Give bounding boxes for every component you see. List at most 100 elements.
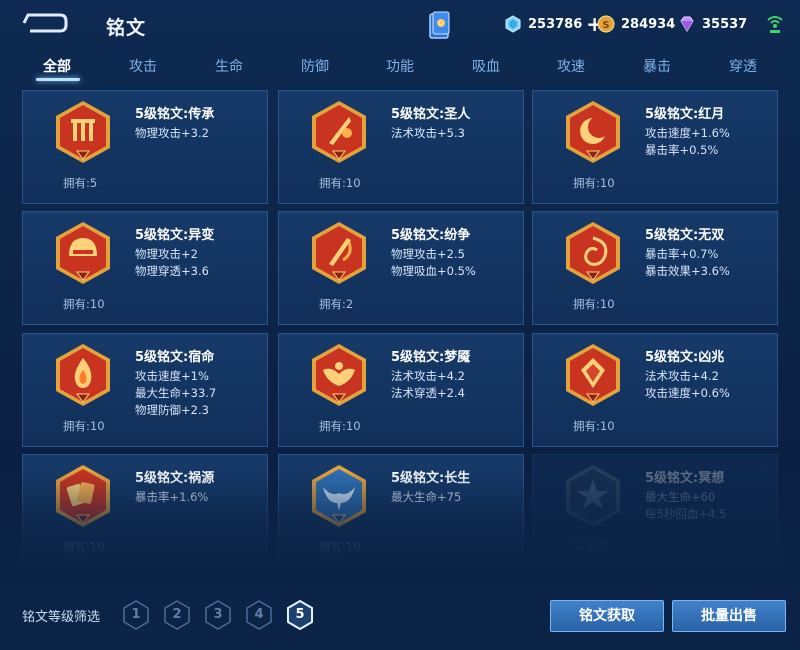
stat-line: 物理防御+2.3	[135, 403, 209, 417]
inscription-card[interactable]: 5级铭文:红月 攻击速度+1.6% 暴击率+0.5% 拥有:10	[532, 90, 778, 204]
level-number: 1	[131, 607, 141, 622]
diamond-amount: 253786	[528, 16, 583, 32]
inscription-card[interactable]: 5级铭文:梦魇 法术攻击+4.2 法术穿透+2.4 拥有:10	[278, 333, 524, 447]
owned-count: 拥有:10	[573, 176, 615, 190]
tab-penetration[interactable]: 穿透	[700, 56, 786, 76]
stat-line: 暴击率+0.7%	[645, 247, 719, 261]
wifi-signal-icon	[767, 16, 783, 33]
inscription-stats: 攻击速度+1.6% 暴击率+0.5%	[645, 125, 730, 159]
inscription-stats: 最大生命+75	[391, 489, 461, 506]
stat-line: 物理攻击+2.5	[391, 247, 465, 261]
gold-currency: S 284934	[597, 14, 675, 34]
inscription-book-icon[interactable]	[428, 10, 452, 40]
stat-line: 暴击率+1.6%	[135, 490, 209, 504]
quill-emblem-icon	[312, 101, 366, 163]
inscription-stats: 物理攻击+3.2	[135, 125, 209, 142]
gem-currency: 35537	[678, 14, 747, 34]
stat-line: 最大生命+75	[391, 490, 462, 504]
helmet-emblem-icon	[56, 222, 110, 284]
inscription-stats: 最大生命+60 每5秒回血+4.5	[645, 489, 726, 523]
level-number: 5	[295, 607, 305, 622]
inscription-stats: 物理攻击+2 物理穿透+3.6	[135, 246, 209, 280]
tab-lifesteal[interactable]: 吸血	[443, 56, 529, 76]
inscription-card[interactable]: 5级铭文:宿命 攻击速度+1% 最大生命+33.7 物理防御+2.3 拥有:10	[22, 333, 268, 447]
stat-line: 暴击效果+3.6%	[645, 264, 730, 278]
inscription-grid[interactable]: 5级铭文:传承 物理攻击+3.2 拥有:5 5级铭文:圣人 法术攻击+5.3 拥…	[22, 90, 780, 570]
tab-utility[interactable]: 功能	[357, 56, 443, 76]
owned-count: 拥有:2	[319, 297, 354, 311]
inscription-stats: 法术攻击+4.2 法术穿透+2.4	[391, 368, 465, 402]
level-filter-2[interactable]: 2	[163, 600, 191, 630]
stat-line: 物理穿透+3.6	[135, 264, 209, 278]
tab-attack[interactable]: 攻击	[100, 56, 186, 76]
inscription-name: 5级铭文:无双	[645, 228, 725, 243]
level-filter-3[interactable]: 3	[204, 600, 232, 630]
get-inscription-button[interactable]: 铭文获取	[550, 600, 664, 632]
inscription-card[interactable]: 5级铭文:凶兆 法术攻击+4.2 攻击速度+0.6% 拥有:10	[532, 333, 778, 447]
gem-emblem-icon	[566, 344, 620, 406]
inscription-name: 5级铭文:凶兆	[645, 350, 725, 365]
flame-emblem-icon	[56, 344, 110, 406]
diamond-currency: 253786 +	[504, 14, 603, 34]
inscription-card[interactable]: 5级铭文:长生 最大生命+75 拥有:10	[278, 454, 524, 568]
inscription-stats: 暴击率+1.6%	[135, 489, 208, 506]
inscription-card[interactable]: 5级铭文:圣人 法术攻击+5.3 拥有:10	[278, 90, 524, 204]
inscription-name: 5级铭文:冥想	[645, 471, 725, 486]
owned-count: 拥有:5	[63, 176, 98, 190]
stat-line: 攻击速度+0.6%	[645, 386, 730, 400]
owned-count: 拥有:10	[319, 176, 361, 190]
level-number: 4	[254, 607, 264, 622]
level-filter-5[interactable]: 5	[286, 599, 314, 631]
stat-line: 法术攻击+5.3	[391, 126, 465, 140]
owned-count: 拥有:10	[319, 419, 361, 433]
owned-count: 拥有:10	[573, 297, 615, 311]
page-title: 铭文	[106, 17, 147, 39]
crescent-moon-emblem-icon	[566, 101, 620, 163]
inscription-name: 5级铭文:长生	[391, 471, 471, 486]
bulk-sell-button[interactable]: 批量出售	[672, 600, 786, 632]
category-tabs: 全部 攻击 生命 防御 功能 吸血 攻速 暴击 穿透	[0, 50, 800, 82]
inscription-name: 5级铭文:异变	[135, 228, 215, 243]
inscription-card-locked[interactable]: 5级铭文:冥想 最大生命+60 每5秒回血+4.5 未获得	[532, 454, 778, 568]
inscription-stats: 暴击率+0.7% 暴击效果+3.6%	[645, 246, 730, 280]
inscription-card[interactable]: 5级铭文:异变 物理攻击+2 物理穿透+3.6 拥有:10	[22, 211, 268, 325]
svg-text:S: S	[602, 20, 609, 31]
inscription-card[interactable]: 5级铭文:祸源 暴击率+1.6% 拥有:10	[22, 454, 268, 568]
inscription-name: 5级铭文:传承	[135, 107, 215, 122]
pillar-emblem-icon	[56, 101, 110, 163]
level-number: 2	[172, 607, 182, 622]
sword-emblem-icon	[312, 222, 366, 284]
inscription-card[interactable]: 5级铭文:纷争 物理攻击+2.5 物理吸血+0.5% 拥有:2	[278, 211, 524, 325]
inscription-stats: 法术攻击+4.2 攻击速度+0.6%	[645, 368, 730, 402]
stat-line: 法术攻击+4.2	[391, 369, 465, 383]
inscription-name: 5级铭文:圣人	[391, 107, 471, 122]
active-tab-indicator	[36, 78, 80, 81]
level-filter-4[interactable]: 4	[245, 600, 273, 630]
inscription-name: 5级铭文:梦魇	[391, 350, 471, 365]
gem-amount: 35537	[702, 16, 748, 32]
level-filter-1[interactable]: 1	[122, 600, 150, 630]
stat-line: 每5秒回血+4.5	[645, 507, 727, 521]
not-obtained-label: 未获得	[573, 540, 608, 554]
back-arrow-icon[interactable]	[22, 12, 68, 34]
swirl-emblem-icon	[566, 222, 620, 284]
inscription-card[interactable]: 5级铭文:传承 物理攻击+3.2 拥有:5	[22, 90, 268, 204]
tab-all[interactable]: 全部	[14, 56, 100, 76]
star-emblem-icon	[566, 465, 620, 527]
owned-count: 拥有:10	[319, 540, 361, 554]
tab-attack-speed[interactable]: 攻速	[528, 56, 614, 76]
inscription-card[interactable]: 5级铭文:无双 暴击率+0.7% 暴击效果+3.6% 拥有:10	[532, 211, 778, 325]
stat-line: 最大生命+60	[645, 490, 716, 504]
tab-defense[interactable]: 防御	[272, 56, 358, 76]
inscription-name: 5级铭文:红月	[645, 107, 725, 122]
stat-line: 暴击率+0.5%	[645, 143, 719, 157]
stat-line: 攻击速度+1.6%	[645, 126, 730, 140]
level-number: 3	[213, 607, 223, 622]
inscription-stats: 法术攻击+5.3	[391, 125, 465, 142]
top-bar: 铭文 253786 + S 284934 35537	[0, 0, 800, 48]
bat-emblem-icon	[312, 344, 366, 406]
tab-critical[interactable]: 暴击	[614, 56, 700, 76]
gold-coin-icon: S	[597, 15, 615, 33]
tab-health[interactable]: 生命	[186, 56, 272, 76]
owned-count: 拥有:10	[573, 419, 615, 433]
